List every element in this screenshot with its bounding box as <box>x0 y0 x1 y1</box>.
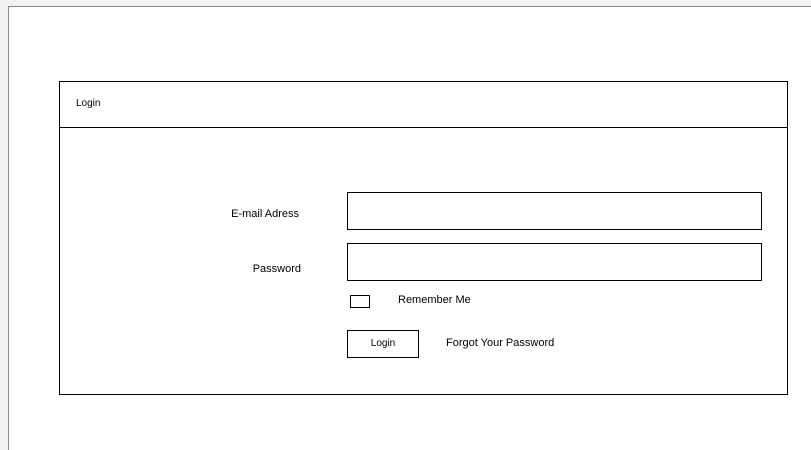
forgot-password-link[interactable]: Forgot Your Password <box>446 337 554 350</box>
email-field[interactable] <box>347 192 762 230</box>
remember-me-label: Remember Me <box>398 294 471 306</box>
password-label: Password <box>252 263 301 275</box>
login-panel-title: Login <box>76 98 101 109</box>
page: Login E-mail Adress Password Remember Me… <box>8 6 811 450</box>
password-field[interactable] <box>347 243 762 281</box>
login-button[interactable]: Login <box>347 330 419 358</box>
email-label: E-mail Adress <box>231 208 299 220</box>
login-panel-header: Login <box>60 82 787 128</box>
login-panel: Login E-mail Adress Password Remember Me… <box>59 81 788 395</box>
remember-me-checkbox[interactable] <box>350 295 370 308</box>
